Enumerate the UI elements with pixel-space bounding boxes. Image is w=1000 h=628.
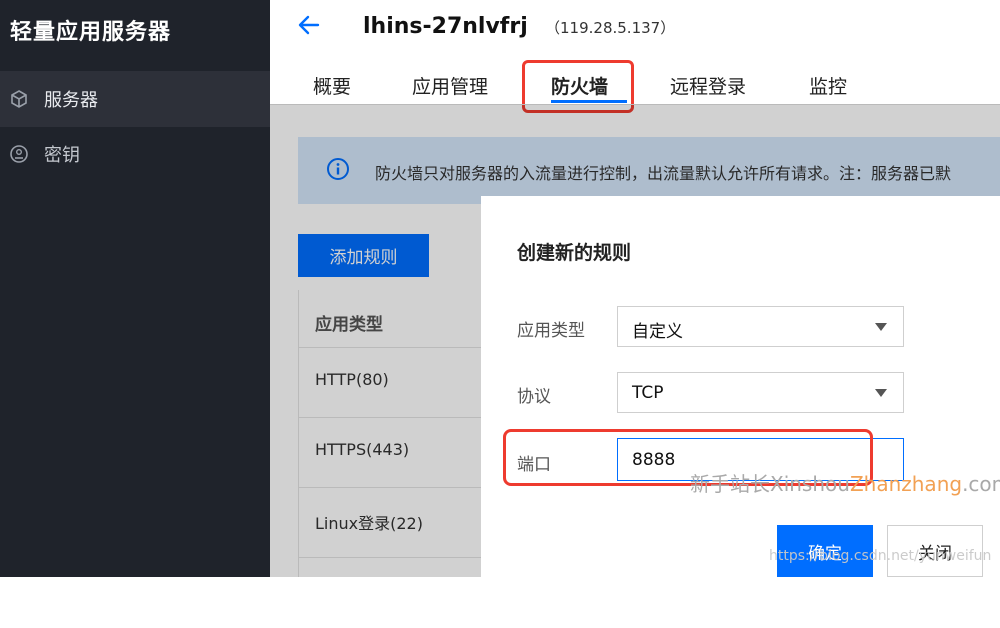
tab-overview[interactable]: 概要 [313,72,351,99]
key-icon [8,143,30,165]
create-rule-dialog: 创建新的规则 应用类型 自定义 协议 TCP 端口 新手站长XinshouZha… [481,196,1000,577]
tab-remote-login[interactable]: 远程登录 [670,72,746,99]
watermark-suffix: .com [962,472,1000,496]
instance-name: lhins-27nlvfrj [363,14,528,39]
watermark-accent: Zhanzhang [849,472,963,496]
sidebar-item-keys[interactable]: 密钥 [0,126,270,182]
back-arrow-icon[interactable] [296,12,322,38]
cube-icon [8,88,30,110]
watermark-prefix: 新手站长Xinshou [690,472,850,496]
chevron-down-icon [875,389,887,397]
sidebar: 轻量应用服务器 服务器 密钥 [0,0,270,577]
app-type-select[interactable]: 自定义 [617,306,904,347]
protocol-value: TCP [632,383,664,403]
site-watermark: 新手站长XinshouZhanzhang.com [690,468,1000,497]
sidebar-item-servers[interactable]: 服务器 [0,71,270,127]
blog-watermark: https://blog.csdn.net/yunweifun [769,548,992,564]
tab-app-management[interactable]: 应用管理 [412,72,488,99]
protocol-select[interactable]: TCP [617,372,904,413]
sidebar-title: 轻量应用服务器 [10,20,172,45]
protocol-label: 协议 [517,387,551,407]
sidebar-item-label: 密钥 [44,145,80,166]
dialog-title: 创建新的规则 [517,242,632,264]
instance-ip: （119.28.5.137） [545,19,676,37]
tab-monitoring[interactable]: 监控 [809,72,847,99]
sidebar-item-label: 服务器 [44,90,98,111]
chevron-down-icon [875,323,887,331]
port-label: 端口 [517,455,551,475]
app-type-value: 自定义 [632,322,683,342]
app-type-label: 应用类型 [517,321,585,341]
